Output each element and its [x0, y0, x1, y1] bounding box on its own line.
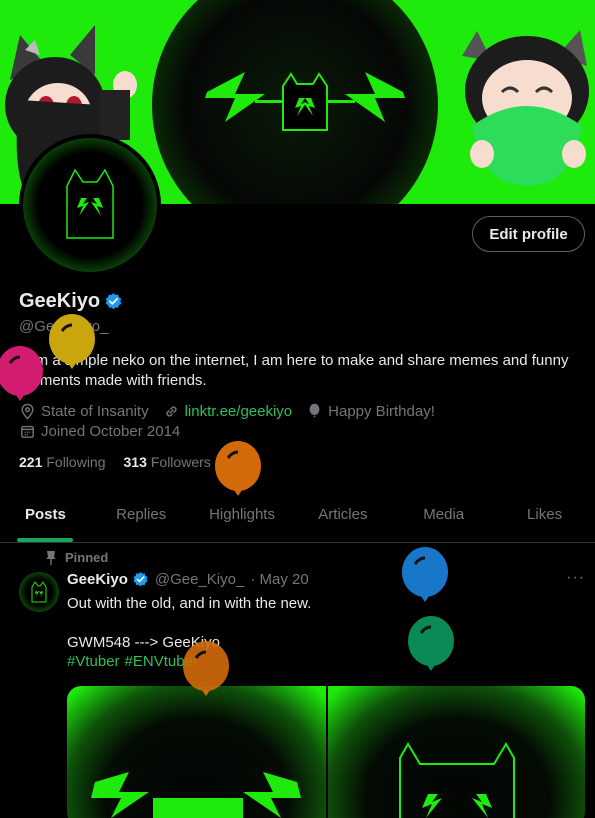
post-author-avatar[interactable]: [19, 572, 59, 612]
followers-count: 313: [123, 454, 147, 470]
banner-emblem-icon: [205, 72, 405, 131]
display-name-row: GeeKiyo: [19, 290, 123, 313]
joined-text: Joined October 2014: [41, 423, 181, 440]
avatar-image: [23, 138, 157, 272]
follow-stats: 221 Following 313 Followers: [19, 454, 211, 470]
profile-tabs: Posts Replies Highlights Articles Media …: [0, 491, 595, 543]
website-item[interactable]: linktr.ee/geekiyo: [163, 403, 293, 420]
location-item: State of Insanity: [19, 403, 149, 420]
post-author-name[interactable]: GeeKiyo: [67, 571, 128, 588]
pinned-indicator: Pinned: [45, 550, 108, 565]
tab-media[interactable]: Media: [393, 491, 494, 542]
post-date[interactable]: · May 20: [250, 571, 308, 588]
display-name: GeeKiyo: [19, 290, 101, 312]
tab-posts[interactable]: Posts: [0, 491, 91, 542]
location-text: State of Insanity: [41, 403, 149, 420]
profile-meta-row: State of Insanity linktr.ee/geekiyo Happ…: [19, 403, 435, 420]
balloon-icon: [309, 403, 320, 418]
post-media-grid: [67, 686, 585, 818]
cat-silhouette-image: [399, 742, 515, 818]
profile-avatar[interactable]: [19, 134, 161, 276]
chibi-character-right: [462, 30, 589, 186]
post-image[interactable]: [67, 686, 326, 818]
more-options-button[interactable]: ···: [566, 569, 585, 587]
pin-icon: [46, 550, 56, 565]
location-pin-icon: [21, 403, 34, 420]
birthday-item: Happy Birthday!: [306, 403, 435, 420]
tab-replies[interactable]: Replies: [91, 491, 192, 542]
emblem-image: [91, 772, 301, 818]
followers-label: Followers: [150, 454, 211, 470]
post-hashtags: #Vtuber #ENVtuber: [67, 653, 198, 670]
post-text: Out with the old, and in with the new. G…: [67, 595, 312, 651]
birthday-text: Happy Birthday!: [328, 403, 435, 420]
followers-link[interactable]: 313 Followers: [124, 454, 211, 470]
edit-profile-button[interactable]: Edit profile: [472, 216, 585, 252]
link-icon: [165, 406, 177, 417]
joined-row: Joined October 2014: [19, 423, 180, 440]
following-count: 221: [19, 454, 43, 470]
balloon-icon: [49, 314, 95, 369]
balloon-icon: [402, 547, 448, 602]
cat-silhouette-icon: [31, 581, 47, 603]
balloon-icon: [215, 441, 261, 496]
following-label: Following: [46, 454, 106, 470]
balloon-icon: [408, 616, 454, 671]
pinned-label: Pinned: [65, 550, 109, 565]
cat-silhouette-icon: [66, 168, 114, 239]
bio: I am a simple neko on the internet, I am…: [19, 352, 569, 389]
balloon-icon: [0, 346, 43, 401]
post-image[interactable]: [328, 686, 585, 818]
verified-badge-icon[interactable]: [104, 292, 123, 311]
tab-articles[interactable]: Articles: [292, 491, 393, 542]
hashtag-link[interactable]: #Vtuber: [67, 653, 120, 670]
balloon-icon: [183, 641, 229, 696]
website-link[interactable]: linktr.ee/geekiyo: [185, 403, 293, 420]
post-header: GeeKiyo @Gee_Kiyo_ · May 20: [67, 571, 309, 588]
verified-badge-icon[interactable]: [132, 571, 149, 588]
post-author-handle[interactable]: @Gee_Kiyo_: [155, 571, 244, 588]
following-link[interactable]: 221 Following: [19, 454, 106, 470]
calendar-icon: [21, 425, 34, 438]
joined-item: Joined October 2014: [19, 423, 180, 440]
tab-likes[interactable]: Likes: [494, 491, 595, 542]
